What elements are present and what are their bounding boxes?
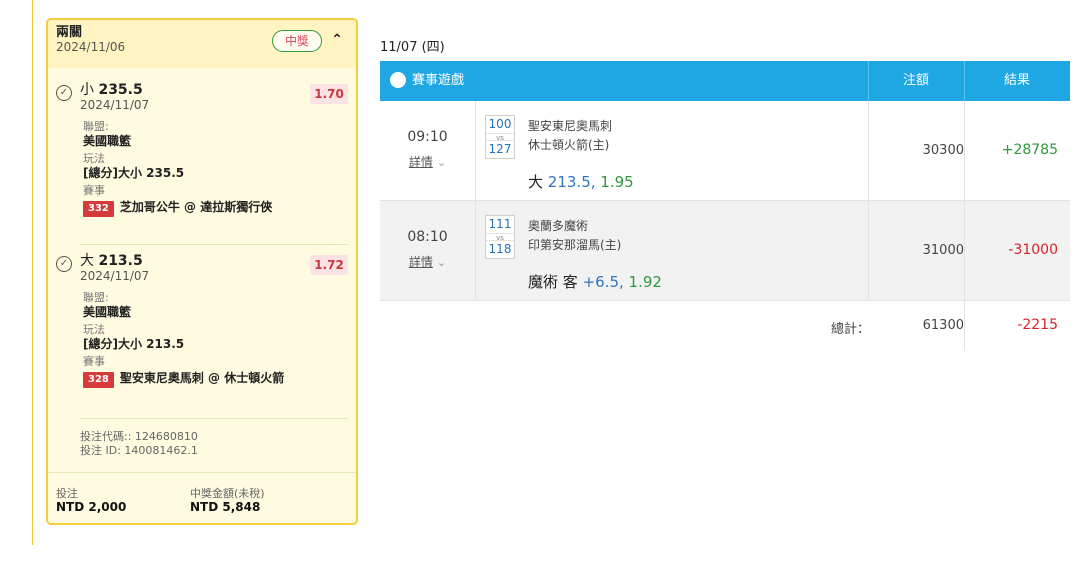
row-pick: 大 213.5, 1.95 (528, 173, 634, 191)
team-home: 印第安那溜馬(主) (528, 238, 622, 252)
bet-codes: 投注代碼:: 124680810 投注 ID: 140081462.1 (80, 430, 198, 458)
total-label: 總計： (830, 322, 870, 337)
day-title: 11/07 (四) (380, 40, 445, 55)
table-header: 賽事遊戲 注額 結果 (380, 61, 1070, 101)
total-row: 總計： 61300 -2215 (380, 301, 1070, 351)
table-row: 08:10 詳情 ⌄ 111 vs 118 奧蘭多魔術 印第安那溜馬(主) 魔術 … (380, 201, 1070, 301)
row-result: -31000 (1008, 242, 1058, 258)
left-divider (32, 0, 33, 545)
event-value: 328 聖安東尼奧馬刺 @ 休士頓火箭 (83, 369, 356, 388)
header-result: 結果 (1003, 73, 1030, 88)
vs-label: vs (486, 233, 514, 242)
game-time: 09:10 (407, 129, 448, 145)
odds-badge: 1.70 (310, 84, 348, 104)
header-game: 賽事遊戲 (390, 61, 464, 101)
bet-code: 投注代碼:: 124680810 (80, 430, 198, 443)
leg-divider (80, 244, 348, 245)
stake-label: 投注 (56, 487, 78, 500)
cell-divider (475, 201, 476, 300)
rotation-number: 127 (488, 142, 512, 156)
play-value: [總分]大小 213.5 (83, 337, 185, 351)
event-id-badge: 332 (83, 201, 114, 217)
game-time: 08:10 (407, 229, 448, 245)
database-icon (390, 71, 406, 88)
results-table: 賽事遊戲 注額 結果 09:10 詳情 ⌄ 100 vs 127 聖安東尼奧馬刺 … (380, 61, 1070, 351)
chevron-up-icon[interactable]: ⌃ (329, 31, 345, 49)
leg-divider (80, 418, 348, 419)
row-result: +28785 (1001, 142, 1058, 158)
bet-slip-card: 兩關 2024/11/06 中獎 ⌃ ✓ 小 235.5 2024/11/07 … (46, 18, 358, 525)
payout-value: NTD 5,848 (190, 500, 261, 514)
event-value: 332 芝加哥公牛 @ 達拉斯獨行俠 (83, 198, 356, 217)
check-circle-icon: ✓ (56, 85, 72, 101)
header-amount: 注額 (902, 73, 929, 88)
league-label: 聯盟: (83, 291, 109, 304)
play-label: 玩法 (83, 323, 105, 336)
rotation-number: 111 (488, 217, 512, 231)
cell-divider (475, 101, 476, 200)
check-circle-icon: ✓ (56, 256, 72, 272)
status-badge: 中獎 (272, 30, 322, 52)
row-pick: 魔術 客 +6.5, 1.92 (528, 273, 662, 291)
rotation-numbers: 100 vs 127 (485, 115, 515, 159)
total-result: -2215 (1017, 317, 1058, 333)
payout-block: 中獎金額(未稅) NTD 5,848 (190, 487, 265, 514)
team-away: 奧蘭多魔術 (528, 219, 589, 233)
rotation-number: 100 (488, 117, 512, 131)
rotation-numbers: 111 vs 118 (485, 215, 515, 259)
stake-block: 投注 NTD 2,000 (56, 487, 126, 514)
team-away: 聖安東尼奧馬刺 (528, 119, 613, 133)
row-amount: 31000 (922, 243, 964, 258)
bet-id: 投注 ID: 140081462.1 (80, 444, 198, 457)
league-value: 美國職籃 (83, 305, 132, 319)
bet-slip-footer: 投注 NTD 2,000 中獎金額(未稅) NTD 5,848 (48, 472, 356, 523)
chevron-down-icon: ⌄ (436, 256, 447, 269)
event-label: 賽事 (83, 355, 105, 368)
bet-leg: ✓ 小 235.5 2024/11/07 1.70 聯盟: 美國職籃 玩法 [總… (48, 82, 356, 217)
details-link[interactable]: 詳情 ⌄ (380, 153, 475, 170)
event-id-badge: 328 (83, 372, 114, 388)
odds-badge: 1.72 (310, 255, 348, 275)
bet-leg: ✓ 大 213.5 2024/11/07 1.72 聯盟: 美國職籃 玩法 [總… (48, 253, 356, 388)
teams: 奧蘭多魔術 印第安那溜馬(主) (528, 217, 621, 255)
league-label: 聯盟: (83, 120, 109, 133)
league-value: 美國職籃 (83, 134, 132, 148)
rotation-number: 118 (488, 242, 512, 256)
payout-label: 中獎金額(未稅) (190, 487, 265, 500)
table-row: 09:10 詳情 ⌄ 100 vs 127 聖安東尼奧馬刺 休士頓火箭(主) 大 … (380, 101, 1070, 201)
total-amount: 61300 (922, 318, 964, 333)
vs-label: vs (486, 133, 514, 142)
team-home: 休士頓火箭(主) (528, 138, 610, 152)
details-link[interactable]: 詳情 ⌄ (380, 253, 475, 270)
play-value: [總分]大小 235.5 (83, 166, 185, 180)
chevron-down-icon: ⌄ (436, 156, 447, 169)
bet-slip-header[interactable]: 兩關 2024/11/06 中獎 ⌃ (48, 20, 356, 68)
row-amount: 30300 (922, 143, 964, 158)
stake-value: NTD 2,000 (56, 500, 127, 514)
event-label: 賽事 (83, 184, 105, 197)
teams: 聖安東尼奧馬刺 休士頓火箭(主) (528, 117, 612, 155)
play-label: 玩法 (83, 152, 105, 165)
